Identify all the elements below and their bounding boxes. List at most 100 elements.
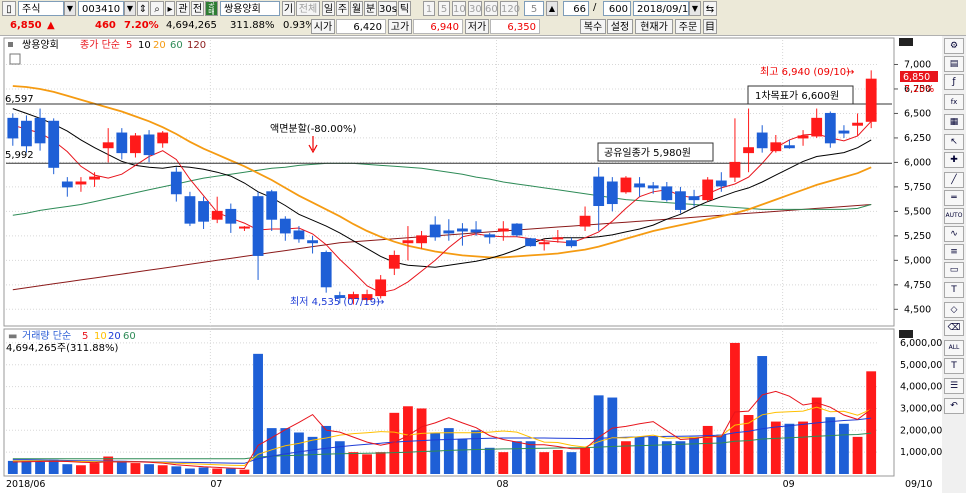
tool-palette-icon[interactable]: ▤ — [944, 56, 964, 72]
stock-code-dropdown-icon[interactable]: ▼ — [124, 1, 136, 16]
price-tick-label: 5,250 — [904, 231, 931, 242]
tool-trendline-icon[interactable]: ╱ — [944, 172, 964, 188]
tool-auto-icon[interactable]: AUTO — [944, 208, 964, 224]
candle-body — [307, 240, 318, 244]
volume-scale-toggle-icon[interactable] — [899, 330, 913, 338]
all-button[interactable]: 전체 — [296, 1, 320, 16]
period-5-button[interactable]: 5 — [438, 1, 450, 16]
period-10-button[interactable]: 10 — [452, 1, 466, 16]
stock-chart[interactable]: 7,0006,7506,5006,2506,0005,7505,5005,250… — [0, 36, 942, 493]
price-tick-label: 5,000 — [904, 255, 931, 266]
window-menu-icon[interactable]: ▯ — [2, 1, 16, 16]
volume-bar — [253, 353, 263, 474]
period-1-button[interactable]: 1 — [423, 1, 435, 16]
high-annotation: 최고 6,940 (09/10) — [760, 66, 850, 78]
period-120-label: 120 — [501, 4, 521, 15]
candle-body — [620, 177, 632, 193]
period-minute-button[interactable]: 분 — [364, 1, 377, 16]
vol-legend-ma60: 60 — [123, 331, 136, 342]
period-30-button[interactable]: 30 — [468, 1, 482, 16]
change-arrow-icon: ▲ — [47, 20, 55, 31]
search-icon[interactable]: ⌕ — [150, 1, 164, 16]
tool-list-icon[interactable]: ☰ — [944, 378, 964, 394]
open-value: 6,420 — [336, 19, 386, 34]
candle-body — [252, 196, 264, 256]
price-scale-toggle-icon[interactable] — [899, 38, 913, 46]
volume-bar — [116, 460, 127, 474]
period-60-button[interactable]: 60 — [484, 1, 498, 16]
volume-bar — [157, 465, 168, 474]
custom-period-input[interactable]: 5 — [524, 1, 544, 16]
toolbar-top: ▯ 주식 ▼ 003410 ▼ ⇕ ⌕ ▸ 관 전 공매 쌍용양회 기 전체 일… — [0, 0, 966, 19]
candle-body — [279, 218, 291, 234]
tool-undo-icon[interactable]: ↶ — [944, 398, 964, 414]
tool-cross-icon[interactable]: ✚ — [944, 152, 964, 168]
candle-body — [675, 191, 686, 210]
tool-settings-icon[interactable]: ⚙ — [944, 38, 964, 54]
tool-indicator-icon[interactable]: ƒ — [944, 74, 964, 90]
date-dropdown-icon[interactable]: ▼ — [689, 1, 701, 16]
period-30s-button[interactable]: 30s — [378, 1, 397, 16]
stock-code-input[interactable]: 003410 — [78, 1, 124, 16]
period-month-button[interactable]: 월 — [350, 1, 363, 16]
period-day-button[interactable]: 일 — [322, 1, 335, 16]
candle-body — [211, 210, 223, 220]
candle-body — [416, 235, 427, 244]
next-stock-icon[interactable]: ▸ — [165, 1, 175, 16]
tool-pointer-icon[interactable]: ↖ — [944, 134, 964, 150]
market-type-select[interactable]: 주식 — [18, 1, 64, 16]
tool-chart-type-icon[interactable]: ▦ — [944, 114, 964, 130]
volume-tick-label: 1,000,000 — [900, 447, 942, 458]
volume-bar — [239, 469, 250, 474]
volume-bar — [362, 454, 372, 474]
tool-erase-icon[interactable]: ⌫ — [944, 320, 964, 336]
page-total-input[interactable]: 600 — [603, 1, 631, 16]
legend-checkbox[interactable] — [9, 53, 21, 65]
stock-updown-icon[interactable]: ⇕ — [137, 1, 149, 16]
date-input[interactable]: 2018/09/10 — [633, 1, 689, 16]
page-current-input[interactable]: 66 — [563, 1, 589, 16]
candle-body — [811, 117, 823, 137]
market-type-dropdown-icon[interactable]: ▼ — [64, 1, 76, 16]
tool-shape-icon[interactable]: ◇ — [944, 302, 964, 318]
corp-button[interactable]: 관 — [176, 1, 190, 16]
order-button[interactable]: 주문 — [675, 19, 701, 34]
volume-bar — [566, 452, 577, 474]
gong-button[interactable]: 공매 — [205, 1, 218, 16]
candle-body — [566, 240, 577, 247]
candle-body — [143, 134, 155, 156]
gi-button[interactable]: 기 — [282, 1, 295, 16]
tool-fib-icon[interactable]: ≡ — [944, 244, 964, 260]
jeon-button[interactable]: 전 — [191, 1, 204, 16]
candle-body — [484, 234, 496, 238]
low-label: 저가 — [465, 19, 489, 34]
tool-hline-icon[interactable]: ═ — [944, 190, 964, 206]
tool-fx-icon[interactable]: fx — [944, 94, 964, 110]
calendar-icon[interactable]: ⇆ — [703, 1, 717, 16]
corp-button-label: 관 — [178, 4, 188, 15]
period-week-button[interactable]: 주 — [336, 1, 349, 16]
period-120-button[interactable]: 120 — [500, 1, 521, 16]
date-value: 2018/09/10 — [637, 4, 689, 15]
volume-bar — [403, 406, 413, 474]
copy-button[interactable]: 복수 — [580, 19, 606, 34]
date-tick-label: 09/10 — [905, 479, 932, 490]
volume-bar — [634, 436, 645, 474]
tool-box-icon[interactable]: ▭ — [944, 262, 964, 278]
tool-erase-all-icon[interactable]: ALL — [944, 340, 964, 356]
panel-toggle-button[interactable]: 目 — [703, 19, 717, 34]
tool-wave-icon[interactable]: ∿ — [944, 226, 964, 242]
settings-button[interactable]: 설정 — [607, 19, 633, 34]
custom-period-stepper-icon[interactable]: ▲ — [546, 1, 558, 16]
volume-bar — [62, 464, 73, 474]
current-price-button[interactable]: 현재가 — [635, 19, 673, 34]
tool-label-icon[interactable]: T — [944, 358, 964, 374]
candle-body — [130, 135, 141, 154]
candle-body — [784, 145, 795, 149]
candle-body — [838, 130, 850, 134]
volume-bar — [702, 425, 713, 474]
period-tick-button[interactable]: 틱 — [398, 1, 411, 16]
stock-name-field[interactable]: 쌍용양회 — [220, 1, 280, 16]
tool-text-icon[interactable]: T — [944, 282, 964, 298]
volume-bar — [171, 466, 182, 474]
